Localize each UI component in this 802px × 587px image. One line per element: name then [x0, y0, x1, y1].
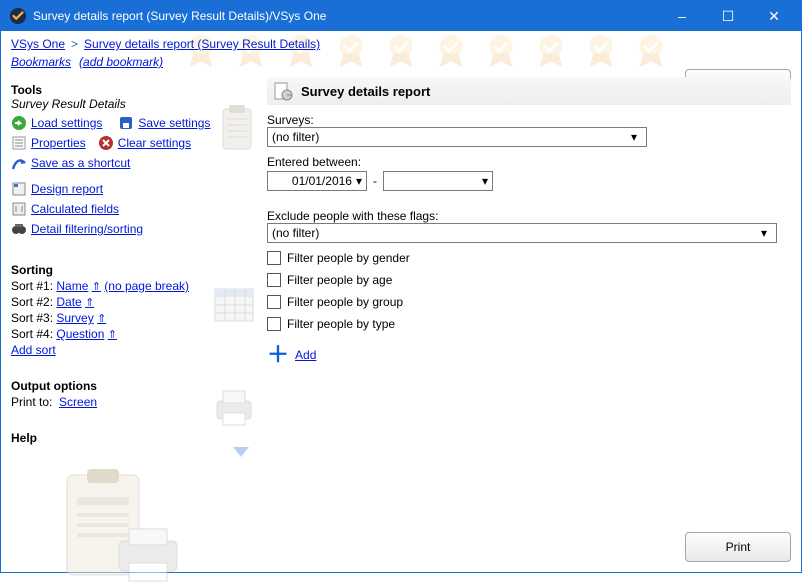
load-settings-link[interactable]: Load settings — [31, 116, 102, 130]
print-to-value[interactable]: Screen — [59, 395, 97, 409]
sort-row: Sort #3: Survey ⇑ — [11, 311, 261, 325]
sort-direction-icon[interactable]: ⇑ — [108, 329, 117, 341]
sort-direction-icon[interactable]: ⇑ — [97, 313, 106, 325]
detail-filter-link[interactable]: Detail filtering/sorting — [31, 222, 143, 236]
sort-prefix: Sort #3: — [11, 311, 56, 325]
save-settings-link[interactable]: Save settings — [138, 116, 210, 130]
sort-direction-icon[interactable]: ⇑ — [92, 281, 101, 293]
sort-prefix: Sort #2: — [11, 295, 56, 309]
dropdown-icon: ▾ — [626, 128, 642, 146]
panel-header: Survey details report — [267, 77, 791, 105]
filter-checkbox[interactable] — [267, 317, 281, 331]
dropdown-icon: ▾ — [756, 224, 772, 242]
breadcrumb-root[interactable]: VSys One — [11, 37, 65, 51]
binoculars-icon — [11, 221, 27, 237]
calculated-fields-link[interactable]: Calculated fields — [31, 202, 119, 216]
add-bookmark-link[interactable]: (add bookmark) — [79, 55, 163, 69]
filter-checkbox[interactable] — [267, 251, 281, 265]
filter-label: Filter people by gender — [287, 251, 410, 265]
print-button[interactable]: Print — [685, 532, 791, 562]
save-icon — [118, 115, 134, 131]
exclude-label: Exclude people with these flags: — [267, 209, 791, 223]
sort-row: Sort #4: Question ⇑ — [11, 327, 261, 341]
clear-settings-link[interactable]: Clear settings — [118, 136, 191, 150]
tools-heading: Tools — [11, 83, 261, 97]
breadcrumb-current[interactable]: Survey details report (Survey Result Det… — [84, 37, 320, 51]
save-shortcut-link[interactable]: Save as a shortcut — [31, 156, 130, 170]
output-heading: Output options — [11, 379, 261, 393]
add-sort-link[interactable]: Add sort — [11, 343, 56, 357]
date-end-input[interactable]: ▾ — [383, 171, 493, 191]
sort-row: Sort #1: Name ⇑ (no page break) — [11, 279, 261, 293]
help-heading: Help — [11, 431, 261, 445]
filter-row: Filter people by group — [267, 295, 791, 309]
filter-row: Filter people by gender — [267, 251, 791, 265]
report-icon — [273, 81, 293, 101]
dropdown-icon: ▾ — [356, 174, 362, 188]
panel-title: Survey details report — [301, 84, 430, 99]
entered-label: Entered between: — [267, 155, 791, 169]
exclude-value: (no filter) — [272, 224, 319, 242]
filter-row: Filter people by type — [267, 317, 791, 331]
clear-icon — [98, 135, 114, 151]
sort-prefix: Sort #4: — [11, 327, 56, 341]
add-filter-link[interactable]: Add — [295, 348, 316, 362]
close-button[interactable]: ✕ — [751, 1, 797, 31]
bookmarks-link[interactable]: Bookmarks — [11, 55, 71, 69]
plus-icon: ＋ — [267, 347, 289, 363]
filter-label: Filter people by type — [287, 317, 395, 331]
sort-direction-icon[interactable]: ⇑ — [85, 297, 94, 309]
filter-checkbox[interactable] — [267, 295, 281, 309]
filter-label: Filter people by age — [287, 273, 392, 287]
sort-field-link[interactable]: Question — [56, 327, 104, 341]
exclude-select[interactable]: (no filter) ▾ — [267, 223, 777, 243]
bookmarks-row: Bookmarks (add bookmark) — [11, 55, 791, 69]
design-report-link[interactable]: Design report — [31, 182, 103, 196]
sort-field-link[interactable]: Survey — [56, 311, 93, 325]
design-icon — [11, 181, 27, 197]
shortcut-icon — [11, 155, 27, 171]
surveys-value: (no filter) — [272, 128, 319, 146]
sort-row: Sort #2: Date ⇑ — [11, 295, 261, 309]
date-dash: - — [373, 174, 377, 188]
calcfields-icon — [11, 201, 27, 217]
tools-subtitle: Survey Result Details — [11, 97, 261, 111]
sorting-heading: Sorting — [11, 263, 261, 277]
titlebar: Survey details report (Survey Result Det… — [1, 1, 801, 31]
sort-pagebreak-link[interactable]: (no page break) — [104, 279, 189, 293]
properties-link[interactable]: Properties — [31, 136, 86, 150]
properties-icon — [11, 135, 27, 151]
app-icon — [9, 7, 27, 25]
sort-field-link[interactable]: Date — [56, 295, 81, 309]
date-start-value: 01/01/2016 — [272, 174, 356, 188]
print-button-label: Print — [726, 540, 751, 554]
date-start-input[interactable]: 01/01/2016 ▾ — [267, 171, 367, 191]
window-title: Survey details report (Survey Result Det… — [33, 9, 659, 23]
sort-field-link[interactable]: Name — [56, 279, 88, 293]
filter-label: Filter people by group — [287, 295, 403, 309]
minimize-button[interactable]: – — [659, 1, 705, 31]
load-icon — [11, 115, 27, 131]
dropdown-icon: ▾ — [482, 174, 488, 188]
breadcrumb: VSys One > Survey details report (Survey… — [11, 37, 791, 51]
surveys-label: Surveys: — [267, 113, 791, 127]
sort-prefix: Sort #1: — [11, 279, 56, 293]
filter-checkbox[interactable] — [267, 273, 281, 287]
breadcrumb-separator: > — [71, 37, 78, 51]
maximize-button[interactable]: ☐ — [705, 1, 751, 31]
print-to-label: Print to: — [11, 395, 52, 409]
surveys-select[interactable]: (no filter) ▾ — [267, 127, 647, 147]
filter-row: Filter people by age — [267, 273, 791, 287]
